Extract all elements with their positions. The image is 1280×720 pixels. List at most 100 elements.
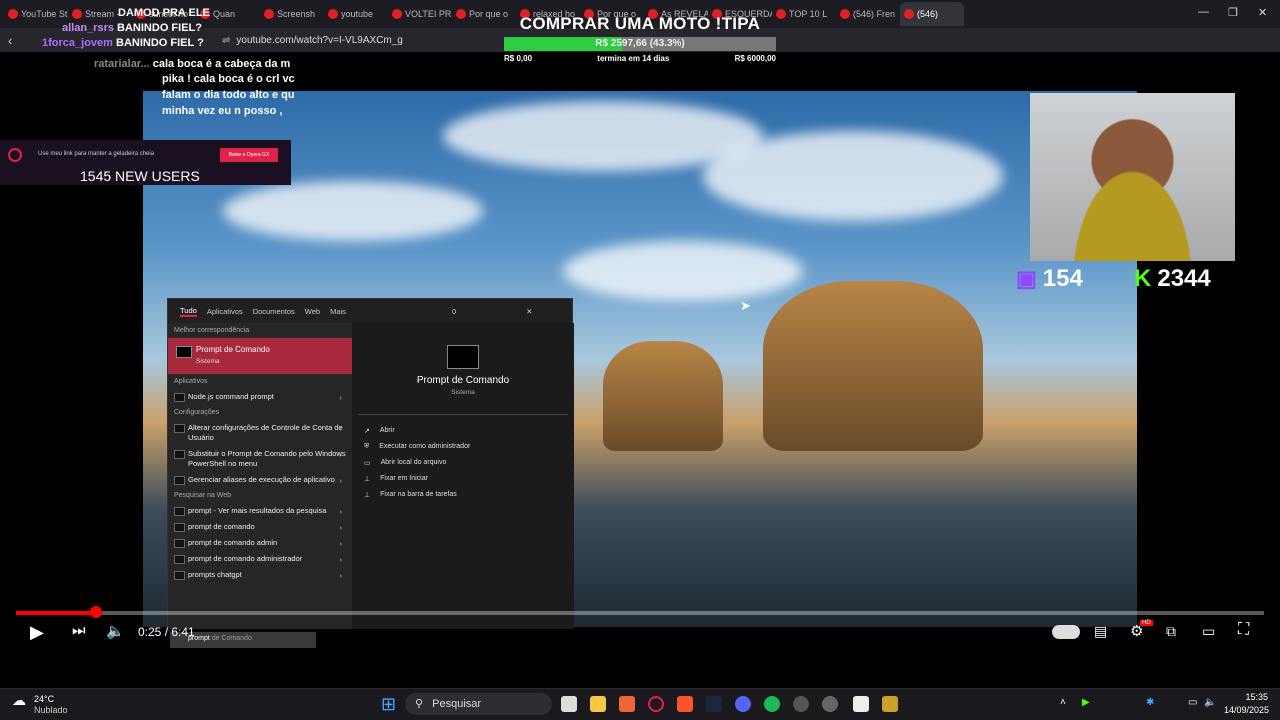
config-label: Substituir o Prompt de Comando pelo Wind… (188, 449, 346, 468)
web-result-item[interactable]: prompt de comando administrador › (168, 551, 352, 567)
web-result-label: prompt - Ver mais resultados da pesquisa (188, 506, 327, 515)
webcam-feed (1030, 93, 1235, 261)
web-result-item[interactable]: prompt de comando admin › (168, 535, 352, 551)
section-header: Melhor correspondência (174, 327, 250, 334)
autoplay-toggle[interactable] (1052, 625, 1080, 639)
donation-title: COMPRAR UMA MOTO !TIPA (519, 14, 761, 33)
brave-icon[interactable] (677, 696, 693, 712)
action-item[interactable]: ↗ Abrir (352, 423, 574, 439)
tab-more[interactable]: Mais (330, 307, 346, 316)
search-filter-tabs: Tudo Aplicativos Documentos Web Mais 0 ✕ (168, 299, 574, 323)
video-progress-bar[interactable] (16, 611, 1264, 615)
tab-tudo[interactable]: Tudo (180, 306, 197, 317)
app-result-label: Node.js command prompt (188, 392, 274, 401)
web-result-item[interactable]: prompts chatgpt › (168, 567, 352, 583)
tab-favicon-icon (328, 9, 338, 19)
open-icon: ↗ (364, 428, 370, 435)
pin-icon: ⊥ (364, 476, 371, 483)
task-view-icon[interactable] (561, 696, 577, 712)
close-icon[interactable]: ✕ (526, 307, 532, 316)
app-result-item[interactable]: Node.js command prompt › (168, 389, 352, 405)
twitch-count: 154 (1042, 265, 1083, 292)
network-icon[interactable]: ▭ (1188, 697, 1197, 708)
chevron-right-icon: › (339, 523, 343, 532)
weather-icon[interactable]: ☁ (12, 692, 26, 709)
action-item[interactable]: ▭ Abrir local do arquivo (352, 455, 574, 471)
speaker-icon[interactable]: 🔈 (1204, 697, 1216, 708)
chevron-right-icon: › (339, 571, 343, 580)
browser-tab[interactable]: TOP 10 L (772, 2, 836, 26)
chevron-right-icon: › (339, 450, 343, 459)
volume-icon[interactable]: 🔈 (106, 622, 125, 640)
file-explorer-icon[interactable] (590, 696, 606, 712)
chrome-icon[interactable] (619, 696, 635, 712)
tab-favicon-icon (840, 9, 850, 19)
app-icon[interactable] (793, 696, 809, 712)
bluetooth-icon[interactable]: ✱ (1146, 697, 1154, 708)
config-result-item[interactable]: Gerenciar aliases de execução de aplicat… (168, 472, 352, 488)
tab-docs[interactable]: Documentos (253, 307, 295, 316)
web-result-item[interactable]: prompt de comando › (168, 519, 352, 535)
windows-search-panel: Tudo Aplicativos Documentos Web Mais 0 ✕… (167, 298, 574, 629)
captions-icon[interactable]: ▤ (1094, 623, 1107, 640)
play-icon[interactable]: ▶ (30, 622, 44, 643)
tray-chevron-icon[interactable]: ˄ (1060, 697, 1066, 708)
tab-apps[interactable]: Aplicativos (207, 307, 243, 316)
spotify-icon[interactable] (764, 696, 780, 712)
fullscreen-icon[interactable]: ⛶ (1238, 621, 1249, 639)
web-result-label: prompt de comando administrador (188, 554, 303, 563)
cmd-app-icon (447, 345, 479, 369)
browser-tab[interactable]: VOLTEI PR (388, 2, 452, 26)
discord-icon[interactable] (735, 696, 751, 712)
taskbar-search[interactable]: ⚲ Pesquisar (405, 693, 552, 715)
opera-ad: Use meu link para manter a geladeira che… (0, 140, 291, 185)
notepad-icon[interactable] (853, 696, 869, 712)
best-match-item[interactable]: Prompt de Comando Sistema (168, 338, 352, 374)
minimize-icon[interactable]: — (1198, 6, 1209, 18)
folder-icon: ▭ (364, 460, 371, 467)
app-icon[interactable] (822, 696, 838, 712)
taskbar-time[interactable]: 15:35 (1224, 692, 1268, 702)
windows-start-icon[interactable]: ⊞ (381, 694, 396, 715)
chat-message: falam o dia todo alto e qu (162, 89, 295, 101)
browser-tab[interactable]: youtube (324, 2, 388, 26)
ad-button[interactable]: Baixe o Opera GX (220, 148, 278, 162)
action-item[interactable]: ⊥ Fixar na barra de tarefas (352, 487, 574, 503)
taskbar-date[interactable]: 14/09/2025 (1224, 705, 1269, 715)
next-icon[interactable]: ⏭ (72, 622, 86, 639)
tab-favicon-icon (392, 9, 402, 19)
maximize-icon[interactable]: ❐ (1228, 6, 1238, 19)
action-item[interactable]: ⊥ Fixar em Iniciar (352, 471, 574, 487)
config-result-item[interactable]: Substituir o Prompt de Comando pelo Wind… (168, 446, 352, 472)
tab-web[interactable]: Web (305, 307, 320, 316)
close-window-icon[interactable]: ✕ (1258, 6, 1267, 19)
video-progress-fill (16, 611, 95, 615)
browser-tab[interactable]: (546) Fren (836, 2, 900, 26)
tab-label: VOLTEI PR (405, 9, 452, 19)
best-match-title: Prompt de Comando (196, 345, 270, 354)
opera-gx-icon[interactable] (648, 696, 664, 712)
chevron-right-icon: › (339, 555, 343, 564)
config-label: Gerenciar aliases de execução de aplicat… (188, 475, 335, 484)
donation-goal: COMPRAR UMA MOTO !TIPA R$ 2597,66 (43.3%… (500, 14, 780, 63)
best-match-sub: Sistema (196, 358, 220, 365)
chevron-right-icon: › (339, 539, 343, 548)
miniplayer-icon[interactable]: ⧉ (1166, 623, 1176, 640)
video-scrubber[interactable] (90, 606, 102, 618)
mouse-cursor-icon: ➤ (740, 298, 751, 313)
chat-user: ratarialar... (94, 58, 150, 70)
weather-desc: Nublado (34, 705, 68, 715)
web-result-item[interactable]: prompt - Ver mais resultados da pesquisa… (168, 503, 352, 519)
chat-user: allan_rsrs (62, 22, 114, 34)
action-item[interactable]: ⛨ Executar como administrador (352, 439, 574, 455)
config-result-item[interactable]: Alterar configurações de Controle de Con… (168, 420, 352, 446)
twitch-icon: ▣ (1016, 266, 1037, 291)
tray-app-icon[interactable]: ▶ (1082, 697, 1090, 708)
browser-tab[interactable]: (546) (900, 2, 964, 26)
detail-title: Prompt de Comando (416, 375, 510, 386)
twitch-viewers: ▣ 154 (1016, 265, 1083, 293)
app-icon[interactable] (882, 696, 898, 712)
search-results-list: Melhor correspondência Prompt de Comando… (168, 323, 352, 629)
steam-icon[interactable] (706, 696, 722, 712)
theater-mode-icon[interactable]: ▭ (1202, 623, 1215, 640)
